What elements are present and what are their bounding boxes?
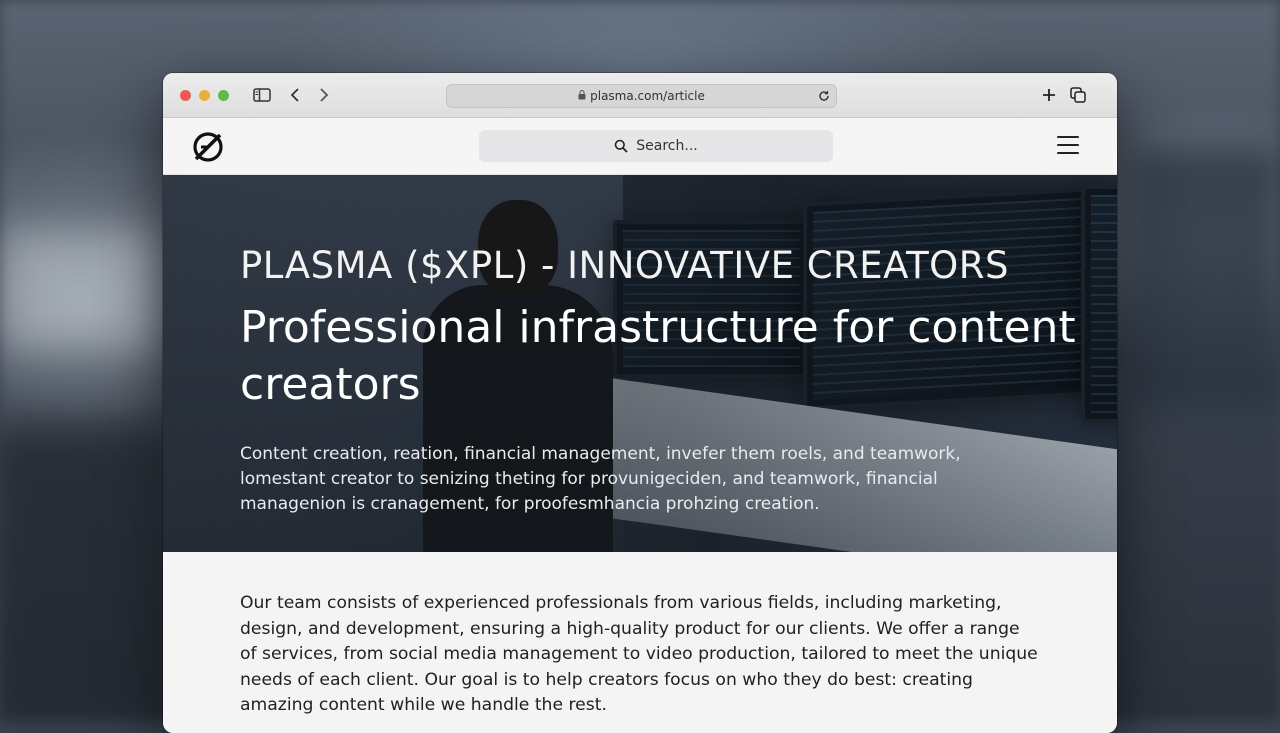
zoom-window-button[interactable]	[218, 90, 229, 101]
browser-toolbar: plasma.com/article	[163, 73, 1117, 118]
hero-subcopy: Content creation, reation, financial man…	[240, 444, 961, 515]
hero-headline: Professional infrastructure for content …	[240, 302, 1076, 410]
chevron-right-icon[interactable]	[316, 85, 332, 105]
plasma-logo[interactable]	[191, 130, 225, 164]
address-bar[interactable]: plasma.com/article	[446, 84, 837, 108]
site-header: Search...	[163, 118, 1117, 175]
browser-window: plasma.com/article Search... PLASMA ($XP…	[163, 73, 1117, 733]
hero-banner: PLASMA ($XPL) - INNOVATIVE CREATORS Prof…	[163, 175, 1117, 552]
search-box[interactable]: Search...	[479, 130, 833, 162]
article-paragraph: Our team consists of experienced profess…	[240, 593, 1038, 716]
hamburger-menu-icon[interactable]	[1057, 136, 1079, 154]
close-window-button[interactable]	[180, 90, 191, 101]
reload-icon[interactable]	[816, 88, 832, 104]
search-icon	[614, 139, 628, 153]
url-text: plasma.com/article	[590, 89, 705, 103]
plus-icon[interactable]	[1040, 85, 1058, 105]
minimize-window-button[interactable]	[199, 90, 210, 101]
sidebar-icon[interactable]	[253, 85, 271, 105]
hero-eyebrow: PLASMA ($XPL) - INNOVATIVE CREATORS	[240, 244, 1009, 287]
chevron-left-icon[interactable]	[287, 85, 303, 105]
search-placeholder: Search...	[636, 138, 698, 154]
article-body: Our team consists of experienced profess…	[163, 552, 1117, 719]
tabs-icon[interactable]	[1069, 85, 1087, 105]
lock-icon	[578, 89, 586, 103]
